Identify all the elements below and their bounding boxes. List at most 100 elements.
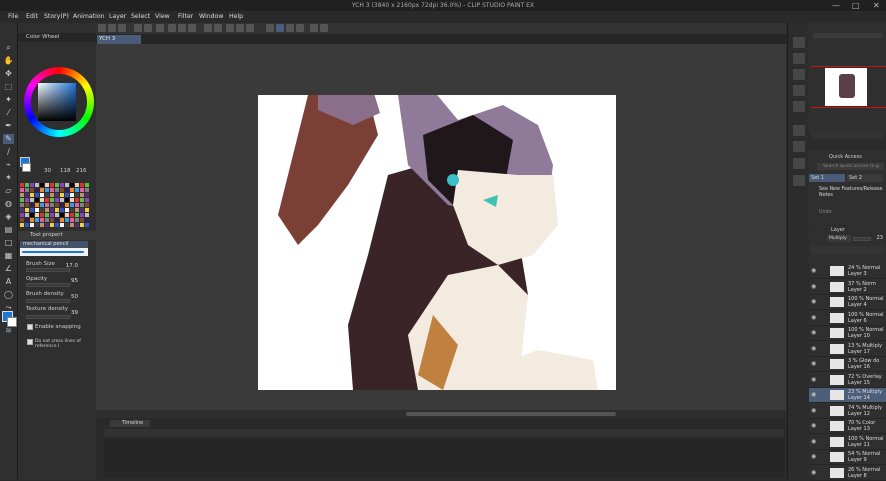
color-swatch[interactable] bbox=[50, 193, 54, 197]
color-swatch[interactable] bbox=[75, 213, 79, 217]
menu-view[interactable]: View bbox=[155, 13, 170, 20]
layer-search-icon[interactable] bbox=[793, 101, 805, 112]
menu-edit[interactable]: Edit bbox=[26, 13, 38, 20]
color-swatch[interactable] bbox=[30, 198, 34, 202]
transform-icon[interactable] bbox=[214, 24, 222, 32]
eye-icon[interactable]: ◉ bbox=[811, 453, 816, 460]
quick-access-toggle-icon[interactable] bbox=[793, 158, 805, 169]
color-swatch[interactable] bbox=[25, 183, 29, 187]
color-swatch[interactable] bbox=[20, 193, 24, 197]
quick-access-set2-tab[interactable]: Set 2 bbox=[847, 174, 883, 182]
color-swatch[interactable] bbox=[45, 183, 49, 187]
deselect-icon[interactable] bbox=[226, 24, 234, 32]
navigator-zoom-controls[interactable] bbox=[811, 131, 884, 139]
color-swatch[interactable] bbox=[45, 198, 49, 202]
color-swatch[interactable] bbox=[65, 183, 69, 187]
color-swatch[interactable] bbox=[60, 193, 64, 197]
menu-select[interactable]: Select bbox=[131, 13, 150, 20]
quick-access-set1-tab[interactable]: Set 1 bbox=[809, 174, 845, 182]
do-not-cross-checkbox[interactable] bbox=[27, 339, 33, 345]
eraser-icon[interactable]: ▱ bbox=[3, 186, 14, 196]
color-swatch[interactable] bbox=[75, 203, 79, 207]
layer-row[interactable]: ◉ 13 % Multiply Layer 17 bbox=[809, 342, 886, 357]
color-swatch[interactable] bbox=[70, 223, 74, 227]
color-swatch[interactable] bbox=[25, 193, 29, 197]
eye-icon[interactable]: ◉ bbox=[811, 438, 816, 445]
timeline-tab[interactable]: Timeline bbox=[110, 420, 150, 427]
color-swatch[interactable] bbox=[40, 218, 44, 222]
color-swatch[interactable] bbox=[30, 188, 34, 192]
color-swatch[interactable] bbox=[75, 188, 79, 192]
color-swatch[interactable] bbox=[55, 183, 59, 187]
pen-icon[interactable]: ✒ bbox=[3, 121, 14, 131]
color-swatch[interactable] bbox=[20, 223, 24, 227]
color-swatch[interactable] bbox=[25, 188, 29, 192]
color-swatch[interactable] bbox=[50, 203, 54, 207]
eye-icon[interactable]: ◉ bbox=[811, 407, 816, 414]
color-swatch[interactable] bbox=[65, 203, 69, 207]
menu-animation[interactable]: Animation bbox=[73, 13, 105, 20]
color-swatch[interactable] bbox=[35, 193, 39, 197]
color-swatch[interactable] bbox=[50, 188, 54, 192]
color-swatch[interactable] bbox=[40, 213, 44, 217]
color-swatch[interactable] bbox=[40, 208, 44, 212]
figure-icon[interactable]: □ bbox=[3, 238, 14, 248]
color-swatch[interactable] bbox=[45, 193, 49, 197]
color-swatch[interactable] bbox=[50, 208, 54, 212]
color-swatch[interactable] bbox=[20, 218, 24, 222]
color-swatch[interactable] bbox=[55, 198, 59, 202]
eye-icon[interactable]: ◉ bbox=[811, 314, 816, 321]
text-icon[interactable]: A bbox=[3, 277, 14, 287]
color-swatch[interactable] bbox=[55, 213, 59, 217]
color-swatch[interactable] bbox=[20, 198, 24, 202]
color-swatch[interactable] bbox=[80, 183, 84, 187]
eye-icon[interactable]: ◉ bbox=[811, 376, 816, 383]
menu-layer[interactable]: Layer bbox=[109, 13, 126, 20]
color-swatch[interactable] bbox=[20, 188, 24, 192]
item-bank-icon[interactable] bbox=[793, 69, 805, 80]
color-swatch[interactable] bbox=[80, 198, 84, 202]
color-swatch[interactable] bbox=[50, 198, 54, 202]
brush-density-slider[interactable] bbox=[26, 299, 70, 303]
opacity-slider[interactable] bbox=[26, 283, 70, 287]
color-swatch[interactable] bbox=[85, 198, 89, 202]
color-swatch[interactable] bbox=[75, 208, 79, 212]
color-swatch[interactable] bbox=[85, 193, 89, 197]
color-swatch[interactable] bbox=[25, 208, 29, 212]
menu-filter[interactable]: Filter bbox=[178, 13, 193, 20]
color-swatch[interactable] bbox=[75, 193, 79, 197]
decoration-icon[interactable]: ✶ bbox=[3, 173, 14, 183]
color-swatch[interactable] bbox=[35, 223, 39, 227]
color-swatch[interactable] bbox=[65, 208, 69, 212]
eye-icon[interactable]: ◉ bbox=[811, 298, 816, 305]
color-swatch[interactable] bbox=[45, 208, 49, 212]
color-swatch[interactable] bbox=[80, 208, 84, 212]
color-swatch[interactable] bbox=[30, 213, 34, 217]
eye-icon[interactable]: ◉ bbox=[811, 283, 816, 290]
color-swatch[interactable] bbox=[60, 223, 64, 227]
balloon-icon[interactable]: ◯ bbox=[3, 290, 14, 300]
snap-ruler-icon[interactable] bbox=[266, 24, 274, 32]
color-swatch[interactable] bbox=[40, 188, 44, 192]
layer-property-icon[interactable] bbox=[793, 85, 805, 96]
color-swatch[interactable] bbox=[35, 188, 39, 192]
layer-row[interactable]: ◉ 54 % Normal Layer 9 bbox=[809, 450, 886, 465]
layer-opacity-value[interactable]: 23 bbox=[871, 235, 883, 241]
color-swatch[interactable] bbox=[35, 208, 39, 212]
color-swatch[interactable] bbox=[55, 203, 59, 207]
color-swatch[interactable] bbox=[60, 203, 64, 207]
color-swatch[interactable] bbox=[70, 218, 74, 222]
history-icon[interactable] bbox=[793, 141, 805, 152]
sub-view-icon[interactable] bbox=[793, 53, 805, 64]
selection-icon[interactable]: ⬚ bbox=[3, 82, 14, 92]
layer-row[interactable]: ◉ 70 % Color Layer 13 bbox=[809, 419, 886, 434]
color-swatch[interactable] bbox=[40, 198, 44, 202]
color-swatch[interactable] bbox=[35, 203, 39, 207]
color-swatch[interactable] bbox=[40, 193, 44, 197]
color-swatch[interactable] bbox=[40, 183, 44, 187]
auto-select-icon[interactable]: ✦ bbox=[3, 95, 14, 105]
color-swatch[interactable] bbox=[75, 183, 79, 187]
move-icon[interactable]: ✥ bbox=[3, 69, 14, 79]
color-swatch[interactable] bbox=[70, 203, 74, 207]
layer-row[interactable]: ◉ 72 % Overlay Layer 15 bbox=[809, 373, 886, 388]
